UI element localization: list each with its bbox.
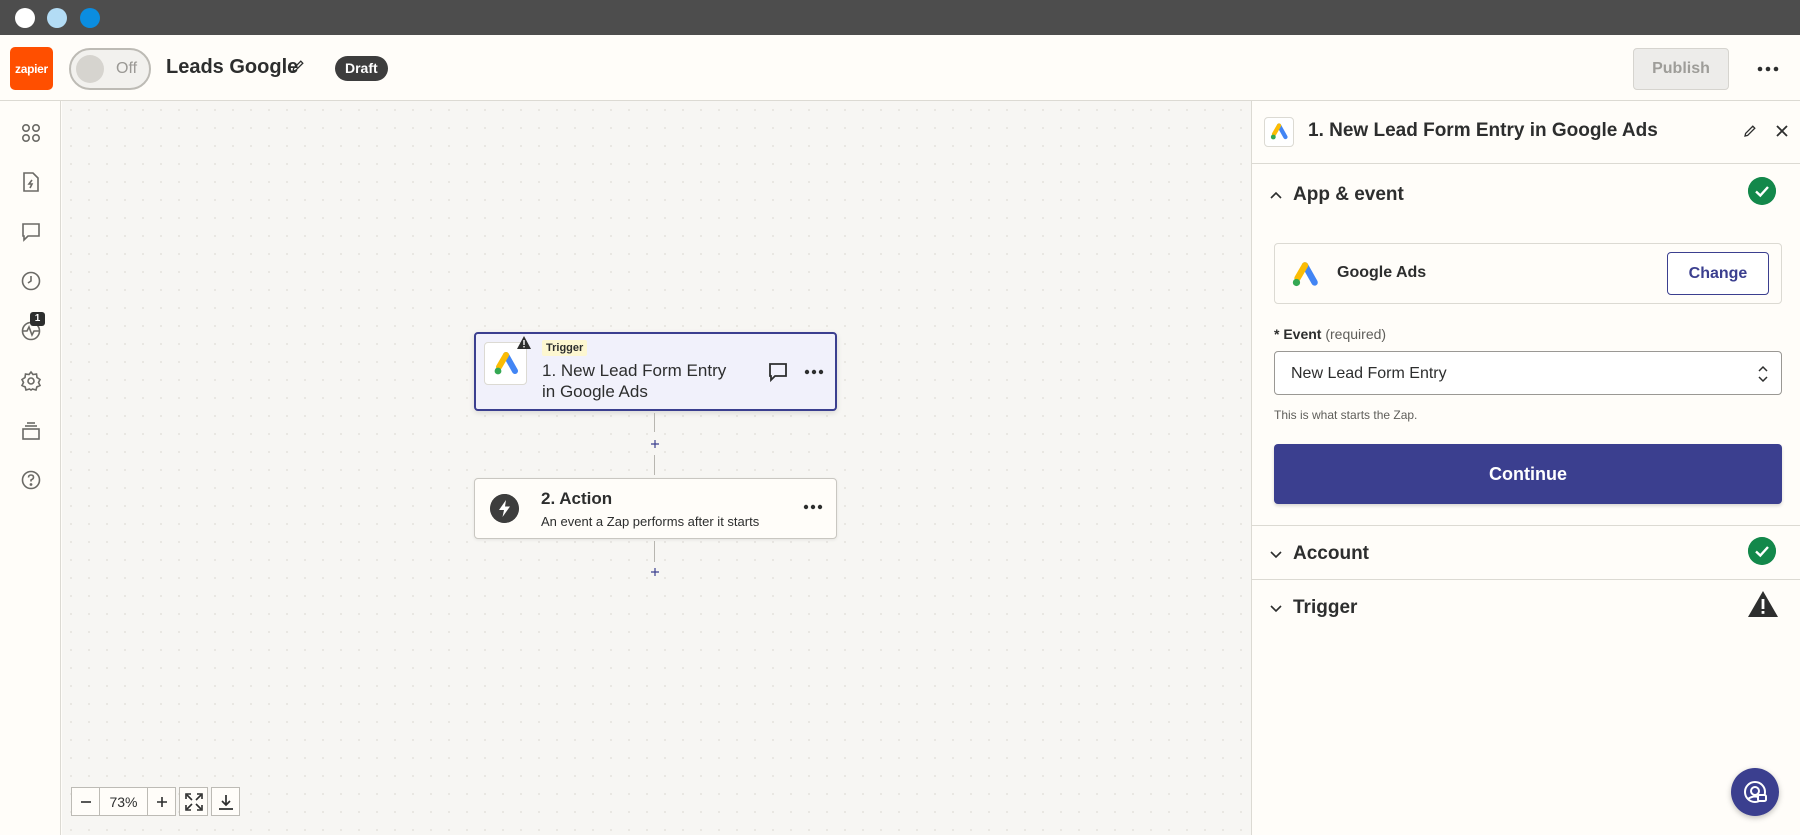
window-close-button[interactable] [15, 8, 35, 28]
window-maximize-button[interactable] [80, 8, 100, 28]
event-select[interactable]: New Lead Form Entry [1274, 351, 1782, 395]
google-ads-icon [1292, 262, 1318, 287]
check-circle-icon [1748, 177, 1776, 205]
more-options-icon[interactable] [1750, 55, 1786, 83]
check-circle-icon [1748, 537, 1776, 565]
add-step-plus-icon[interactable] [650, 439, 660, 449]
publish-button[interactable]: Publish [1633, 48, 1729, 90]
zoom-out-button[interactable] [71, 787, 100, 816]
comment-icon[interactable] [767, 361, 789, 383]
trigger-tag: Trigger [542, 340, 588, 356]
section-label[interactable]: Trigger [1293, 597, 1357, 619]
zap-on-off-toggle[interactable]: Off [69, 48, 151, 90]
chevron-down-icon[interactable] [1268, 600, 1284, 616]
step-subtitle: An event a Zap performs after it starts [541, 514, 760, 529]
plus-icon [156, 796, 167, 807]
section-label[interactable]: App & event [1293, 184, 1404, 206]
toggle-label: Off [116, 60, 138, 77]
rename-pencil-icon[interactable] [290, 58, 306, 74]
trigger-step-card[interactable]: Trigger 1. New Lead Form Entry in Google… [474, 332, 837, 411]
comment-icon[interactable] [19, 220, 43, 244]
google-ads-icon [1270, 123, 1288, 140]
step-details-panel: 1. New Lead Form Entry in Google Ads App… [1251, 101, 1800, 835]
step-connector [654, 413, 655, 432]
step-more-options-icon[interactable] [801, 496, 825, 518]
toggle-knob [76, 55, 104, 83]
add-step-plus-icon[interactable] [650, 567, 660, 577]
event-field-label: * Event (required) [1274, 326, 1386, 342]
apps-icon[interactable] [19, 121, 43, 145]
selected-app-card: Google Ads Change [1274, 243, 1782, 304]
google-ads-app-tile [1264, 117, 1294, 147]
window-titlebar [0, 0, 1800, 35]
warning-icon [517, 336, 531, 349]
step-title: 1. New Lead Form Entry in Google Ads [542, 361, 727, 401]
chevron-down-icon[interactable] [1268, 546, 1284, 562]
lightning-icon [490, 494, 519, 523]
history-icon[interactable] [19, 269, 43, 293]
google-ads-icon [494, 351, 518, 374]
zapier-logo[interactable]: zapier [10, 47, 53, 90]
event-select-value: New Lead Form Entry [1291, 365, 1447, 382]
section-divider [1252, 525, 1800, 526]
minus-icon [80, 800, 91, 803]
workflow-canvas[interactable] [62, 101, 1251, 835]
download-icon [218, 794, 233, 810]
section-label[interactable]: Account [1293, 543, 1369, 565]
event-label-text: Event [1283, 326, 1322, 342]
status-badge: Draft [335, 56, 388, 81]
zoom-in-button[interactable] [147, 787, 176, 816]
fit-to-screen-button[interactable] [179, 787, 208, 816]
event-help-text: This is what starts the Zap. [1274, 408, 1418, 422]
fit-screen-icon [184, 792, 203, 811]
continue-button[interactable]: Continue [1274, 444, 1782, 504]
support-chat-button[interactable] [1731, 768, 1779, 816]
download-button[interactable] [211, 787, 240, 816]
chevron-up-icon[interactable] [1268, 187, 1284, 203]
support-icon [1744, 781, 1767, 803]
step-more-options-icon[interactable] [802, 361, 826, 383]
zoom-controls: 73% [71, 787, 240, 816]
panel-header: 1. New Lead Form Entry in Google Ads [1252, 101, 1800, 164]
select-arrows-icon [1758, 365, 1768, 383]
window-minimize-button[interactable] [47, 8, 67, 28]
editor-header: zapier Off Leads Google Draft Publish [0, 35, 1800, 101]
change-app-button[interactable]: Change [1667, 252, 1769, 295]
step-title: 2. Action [541, 489, 613, 508]
versions-icon[interactable] [19, 419, 43, 443]
required-asterisk: * [1274, 326, 1280, 342]
zoom-level: 73% [100, 787, 147, 816]
app-name: Google Ads [1337, 264, 1427, 281]
warning-icon [1748, 591, 1778, 617]
help-icon[interactable] [19, 468, 43, 492]
settings-icon[interactable] [19, 369, 43, 393]
panel-title: 1. New Lead Form Entry in Google Ads [1308, 120, 1658, 141]
action-step-card[interactable]: 2. Action An event a Zap performs after … [474, 478, 837, 539]
close-icon[interactable] [1772, 121, 1792, 141]
step-connector [654, 455, 655, 475]
step-connector [654, 541, 655, 562]
left-sidebar: 1 [0, 101, 61, 835]
section-divider [1252, 579, 1800, 580]
file-lightning-icon[interactable] [19, 170, 43, 194]
required-hint: (required) [1325, 326, 1387, 342]
zap-title[interactable]: Leads Google [166, 56, 298, 79]
activity-count-badge: 1 [30, 312, 45, 326]
edit-pencil-icon[interactable] [1742, 123, 1758, 139]
